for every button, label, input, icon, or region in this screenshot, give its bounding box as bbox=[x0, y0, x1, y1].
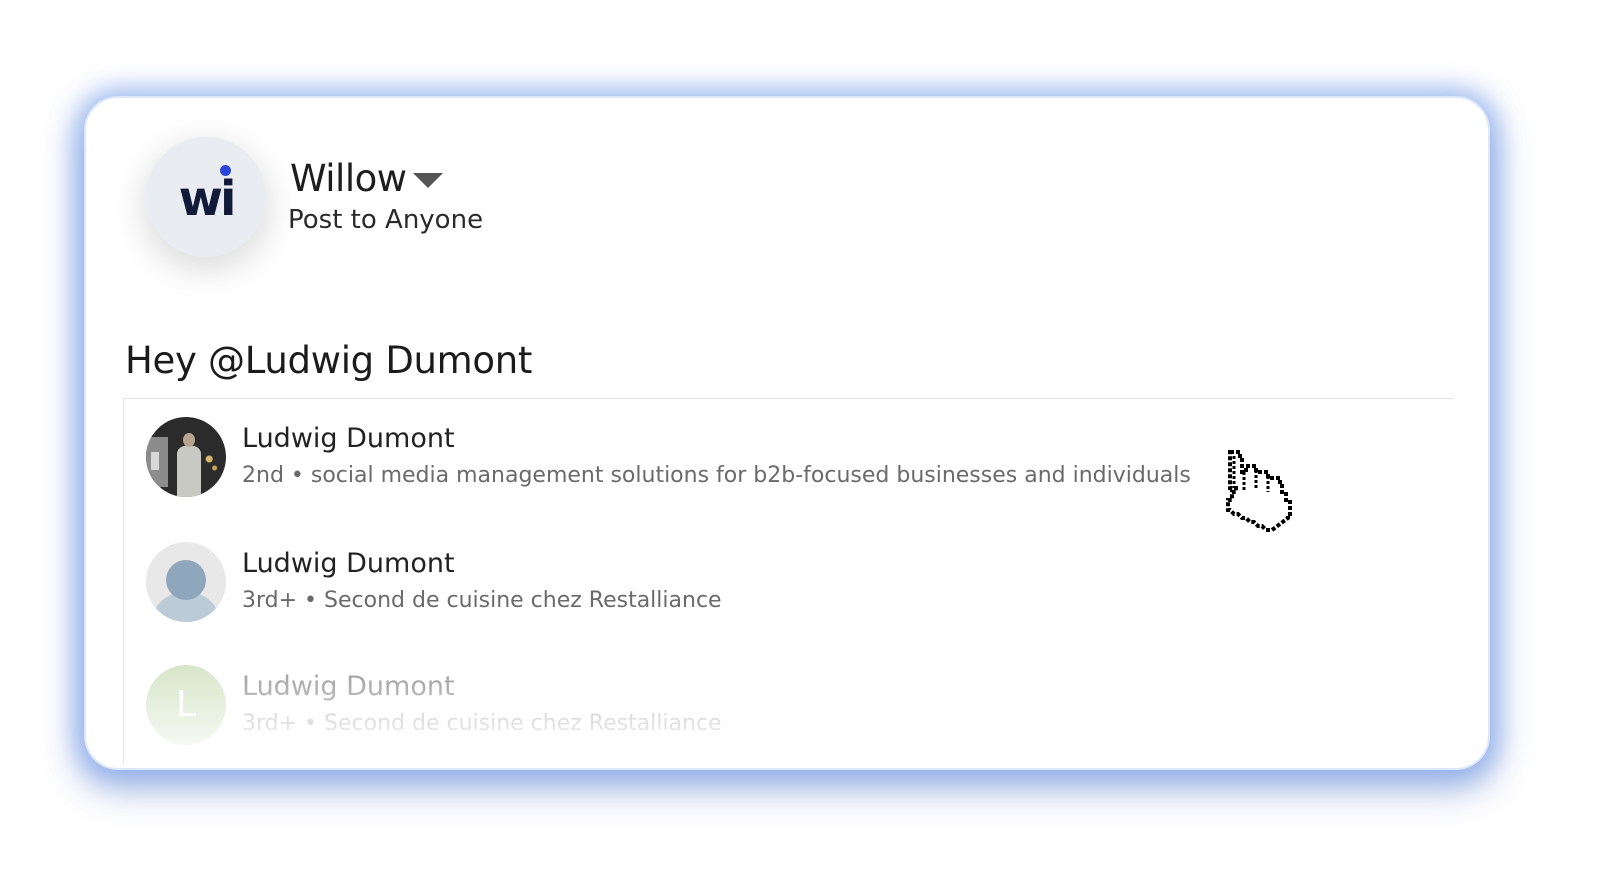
mention-suggestion-item[interactable]: Ludwig Dumont 3rd+ • Second de cuisine c… bbox=[124, 524, 1324, 634]
company-avatar[interactable]: wi bbox=[146, 137, 266, 257]
default-profile-avatar-icon bbox=[146, 542, 226, 622]
mention-suggestion-item[interactable]: Ludwig Dumont 2nd • social media managem… bbox=[124, 399, 1324, 509]
mention-name: Ludwig Dumont bbox=[242, 423, 455, 454]
mention-name: Ludwig Dumont bbox=[242, 548, 455, 579]
mention-description: 3rd+ • Second de cuisine chez Restallian… bbox=[242, 711, 722, 736]
caret-down-icon[interactable] bbox=[413, 173, 443, 188]
mention-name: Ludwig Dumont bbox=[242, 671, 455, 702]
logo-dot-icon bbox=[220, 165, 231, 176]
post-text-input[interactable]: Hey @Ludwig Dumont bbox=[125, 339, 532, 382]
account-name[interactable]: Willow bbox=[290, 157, 407, 200]
hand-pointer-icon bbox=[1226, 450, 1292, 532]
profile-photo-avatar bbox=[146, 417, 226, 497]
mention-suggestion-item[interactable]: L Ludwig Dumont 3rd+ • Second de cuisine… bbox=[124, 647, 1324, 757]
letter-avatar: L bbox=[146, 665, 226, 745]
post-composer-card: wi Willow Post to Anyone Hey @Ludwig Dum… bbox=[86, 98, 1488, 768]
mention-description: 2nd • social media management solutions … bbox=[242, 463, 1191, 488]
mention-description: 3rd+ • Second de cuisine chez Restallian… bbox=[242, 588, 722, 613]
company-logo-text: wi bbox=[178, 171, 237, 227]
screenshot-stage: wi Willow Post to Anyone Hey @Ludwig Dum… bbox=[0, 0, 1600, 879]
post-visibility[interactable]: Post to Anyone bbox=[288, 205, 483, 235]
